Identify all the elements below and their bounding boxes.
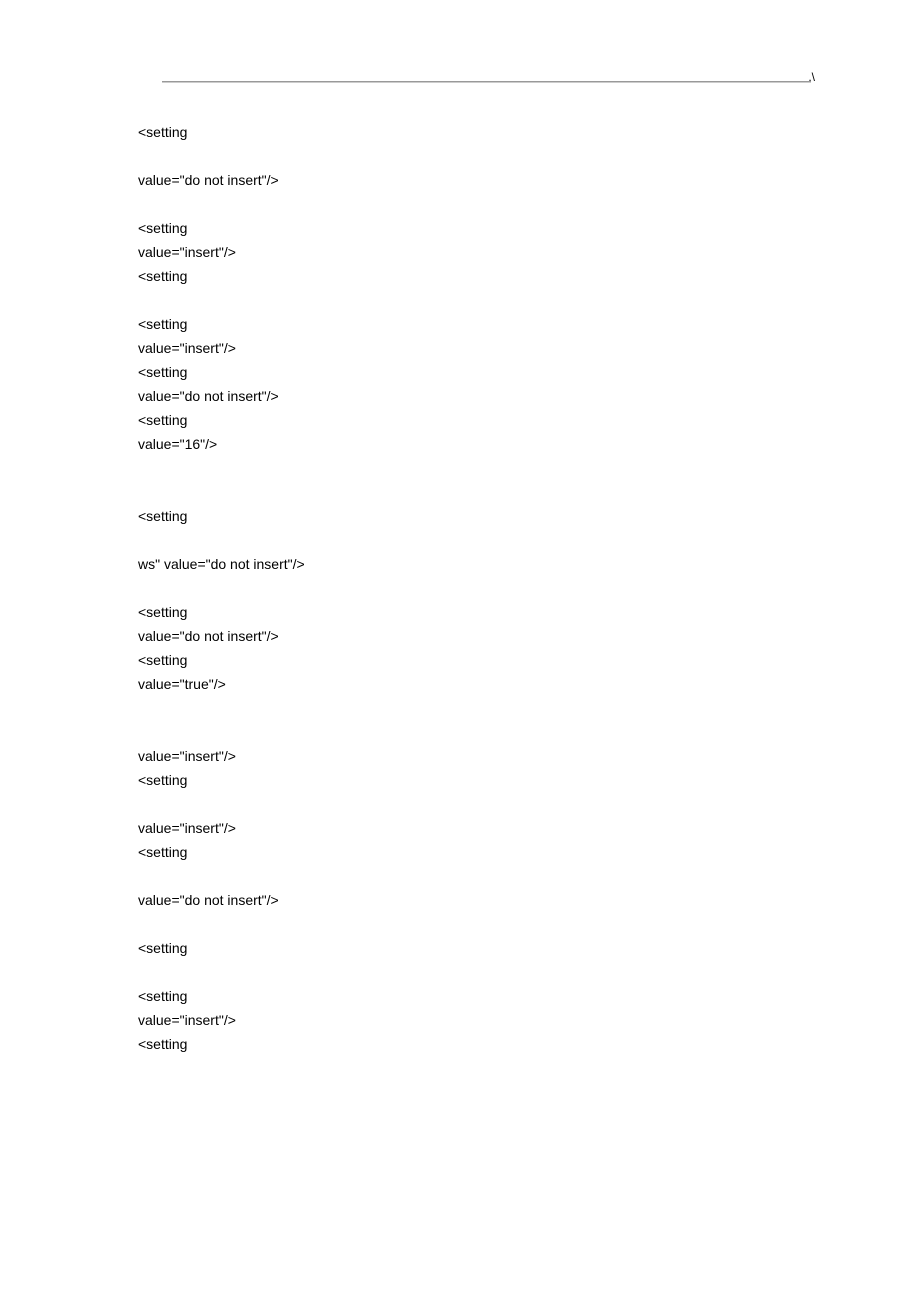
code-line [138, 864, 780, 888]
header-divider [162, 80, 811, 82]
code-line: value="insert"/> [138, 336, 780, 360]
code-line: <setting [138, 1032, 780, 1056]
code-line: ws" value="do not insert"/> [138, 552, 780, 576]
code-line: <setting [138, 504, 780, 528]
code-line [138, 456, 780, 480]
code-line: value="insert"/> [138, 816, 780, 840]
code-line: <setting [138, 264, 780, 288]
code-line: value="do not insert"/> [138, 168, 780, 192]
code-line: value="true"/> [138, 672, 780, 696]
code-line: <setting [138, 216, 780, 240]
code-line: value="do not insert"/> [138, 888, 780, 912]
code-line [138, 192, 780, 216]
code-line: <setting [138, 768, 780, 792]
code-line: <setting [138, 648, 780, 672]
code-line: <setting [138, 312, 780, 336]
code-line: <setting [138, 936, 780, 960]
code-line: value="16"/> [138, 432, 780, 456]
code-line: <setting [138, 120, 780, 144]
document-content: <setting value="do not insert"/> <settin… [138, 120, 780, 1056]
code-line [138, 576, 780, 600]
code-line: value="do not insert"/> [138, 624, 780, 648]
code-line: <setting [138, 600, 780, 624]
code-line: <setting [138, 840, 780, 864]
code-line [138, 288, 780, 312]
code-line [138, 696, 780, 720]
code-line [138, 792, 780, 816]
code-line: <setting [138, 360, 780, 384]
code-line: value="insert"/> [138, 744, 780, 768]
code-line [138, 480, 780, 504]
code-line [138, 528, 780, 552]
code-line: <setting [138, 984, 780, 1008]
code-line: value="insert"/> [138, 1008, 780, 1032]
code-line: value="insert"/> [138, 240, 780, 264]
code-line [138, 960, 780, 984]
code-line [138, 144, 780, 168]
code-line [138, 912, 780, 936]
code-line: value="do not insert"/> [138, 384, 780, 408]
code-line: <setting [138, 408, 780, 432]
code-line [138, 720, 780, 744]
